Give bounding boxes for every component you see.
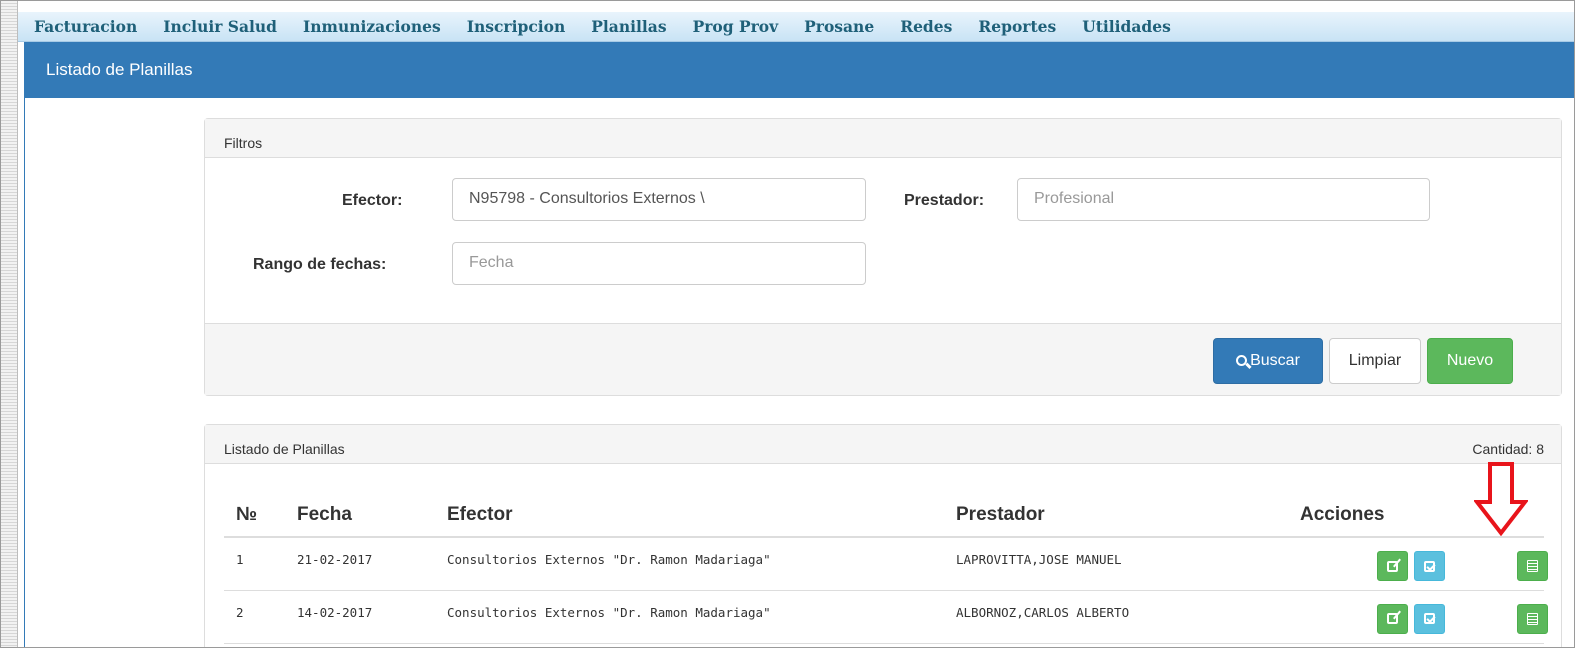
listing-heading: Listado de Planillas Cantidad: 8 xyxy=(205,425,1561,464)
check-button[interactable] xyxy=(1414,603,1445,634)
rango-fechas-input[interactable]: Fecha xyxy=(452,242,866,285)
filters-heading-text: Filtros xyxy=(224,135,263,151)
cell-acciones xyxy=(1288,590,1548,644)
edit-icon xyxy=(1387,613,1398,624)
filters-heading: Filtros xyxy=(205,119,1561,158)
menu-item-facturacion[interactable]: Facturacion xyxy=(34,17,137,36)
buscar-label: Buscar xyxy=(1250,352,1300,369)
prestador-input[interactable]: Profesional xyxy=(1017,178,1430,221)
cell-prestador: LAPROVITTA,JOSE MANUEL xyxy=(944,537,1288,591)
cell-fecha: 14-02-2017 xyxy=(285,590,435,644)
limpiar-button[interactable]: Limpiar xyxy=(1329,338,1421,384)
cell-efector: Consultorios Externos "Dr. Ramon Madaria… xyxy=(435,537,944,591)
view-list-button[interactable] xyxy=(1517,603,1548,634)
prestador-label: Prestador: xyxy=(904,192,985,209)
nuevo-button[interactable]: Nuevo xyxy=(1427,338,1513,384)
table-row: 1 21-02-2017 Consultorios Externos "Dr. … xyxy=(224,537,1548,591)
efector-select[interactable]: N95798 - Consultorios Externos \ xyxy=(452,178,866,221)
check-icon xyxy=(1424,560,1435,572)
menu-item-utilidades[interactable]: Utilidades xyxy=(1082,17,1171,36)
list-icon xyxy=(1527,560,1538,572)
filters-body: Efector: N95798 - Consultorios Externos … xyxy=(205,158,1561,325)
menu-item-prog-prov[interactable]: Prog Prov xyxy=(693,17,779,36)
check-icon xyxy=(1424,613,1435,624)
cell-prestador: ALBORNOZ,CARLOS ALBERTO xyxy=(944,590,1288,644)
view-list-button[interactable] xyxy=(1517,551,1548,581)
col-header-num: № xyxy=(224,493,285,538)
planillas-table: № Fecha Efector Prestador Acciones 1 21-… xyxy=(224,493,1548,644)
edit-button[interactable] xyxy=(1377,551,1408,581)
content-border xyxy=(24,98,25,648)
cell-num: 2 xyxy=(224,590,285,644)
menu-item-planillas[interactable]: Planillas xyxy=(591,17,666,36)
table-row: 2 14-02-2017 Consultorios Externos "Dr. … xyxy=(224,590,1548,644)
menu-item-prosane[interactable]: Prosane xyxy=(804,17,874,36)
cell-fecha: 21-02-2017 xyxy=(285,537,435,591)
rango-fechas-label: Rango de fechas: xyxy=(253,256,387,273)
down-arrow-icon xyxy=(1474,462,1528,536)
check-button[interactable] xyxy=(1414,551,1445,581)
cell-num: 1 xyxy=(224,537,285,591)
col-header-prestador: Prestador xyxy=(944,493,1288,538)
efector-label: Efector: xyxy=(342,192,403,209)
listing-count: Cantidad: 8 xyxy=(1472,441,1544,457)
listing-panel: Listado de Planillas Cantidad: 8 № Fecha… xyxy=(204,424,1562,648)
menu-item-inmunizaciones[interactable]: Inmunizaciones xyxy=(303,17,441,36)
menu-item-incluir-salud[interactable]: Incluir Salud xyxy=(163,17,277,36)
cell-acciones xyxy=(1288,537,1548,591)
buscar-button[interactable]: Buscar xyxy=(1213,338,1323,384)
page-title: Listado de Planillas xyxy=(46,60,193,79)
filters-footer: Buscar Limpiar Nuevo xyxy=(205,323,1561,395)
list-icon xyxy=(1527,612,1538,625)
search-icon xyxy=(1236,354,1248,366)
table-header-row: № Fecha Efector Prestador Acciones xyxy=(224,493,1544,538)
menubar: Facturacion Incluir Salud Inmunizaciones… xyxy=(18,12,1575,42)
cell-efector: Consultorios Externos "Dr. Ramon Madaria… xyxy=(435,590,944,644)
col-header-fecha: Fecha xyxy=(285,493,435,538)
page-title-bar: Listado de Planillas xyxy=(24,42,1575,98)
col-header-efector: Efector xyxy=(435,493,944,538)
edit-icon xyxy=(1387,560,1398,572)
left-scroll-stripe xyxy=(0,0,18,648)
filters-panel: Filtros Efector: N95798 - Consultorios E… xyxy=(204,118,1562,396)
menu-item-redes[interactable]: Redes xyxy=(900,17,952,36)
edit-button[interactable] xyxy=(1377,603,1408,634)
menu-item-inscripcion[interactable]: Inscripcion xyxy=(467,17,566,36)
menu-item-reportes[interactable]: Reportes xyxy=(978,17,1056,36)
top-strip xyxy=(18,0,1575,12)
listing-heading-text: Listado de Planillas xyxy=(224,441,345,457)
